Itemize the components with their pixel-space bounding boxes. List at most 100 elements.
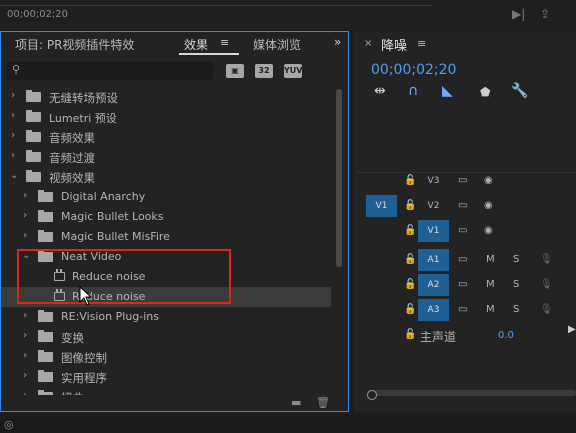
lock-icon[interactable]: 🔓 [404, 175, 416, 186]
folder-icon [38, 190, 53, 202]
wrench-icon[interactable]: 🔧 [511, 83, 528, 99]
eye-icon[interactable]: ◉ [484, 175, 493, 186]
tree-item-label: 实用程序 [61, 371, 107, 385]
tree-scrollbar-thumb[interactable] [336, 89, 342, 267]
sync-lock-icon[interactable]: ▭ [458, 225, 467, 236]
tree-item-image-control[interactable]: › 图像控制 [1, 347, 331, 367]
tree-item-audio-effects[interactable]: › 音频效果 [1, 127, 331, 147]
eye-icon[interactable]: ◉ [484, 225, 493, 236]
tab-menu-icon[interactable]: ≡ [220, 36, 229, 49]
accelerated-effects-icon[interactable]: ▣ [226, 64, 244, 78]
tree-item-digital-anarchy[interactable]: › Digital Anarchy [1, 187, 331, 207]
program-monitor-scrubber[interactable] [0, 0, 432, 6]
folder-icon [26, 170, 41, 182]
sync-lock-icon[interactable]: ▭ [458, 304, 467, 315]
tree-item-lumetri-presets[interactable]: › Lumetri 预设 [1, 107, 331, 127]
mute-button[interactable]: M [486, 304, 495, 315]
mic-icon[interactable]: 🎙 [540, 254, 553, 265]
chevron-right-icon[interactable]: › [23, 390, 27, 395]
snap-icon[interactable]: ◣ [442, 83, 453, 99]
lock-icon[interactable]: 🔓 [404, 254, 416, 265]
tree-item-magic-bullet-looks[interactable]: › Magic Bullet Looks [1, 207, 331, 227]
sync-lock-icon[interactable]: ▭ [458, 200, 467, 211]
tree-item-audio-transitions[interactable]: › 音频过渡 [1, 147, 331, 167]
sequence-tab-title[interactable]: 降噪 [381, 35, 407, 54]
mute-button[interactable]: M [486, 254, 495, 265]
track-label-v3[interactable]: V3 [418, 170, 449, 192]
new-bin-icon[interactable]: ▬ [291, 396, 301, 409]
insert-edit-icon[interactable]: ⇹ [374, 83, 386, 99]
track-label-a2[interactable]: A2 [418, 274, 449, 296]
sync-lock-icon[interactable]: ▭ [458, 279, 467, 290]
solo-button[interactable]: S [513, 254, 519, 265]
tree-item-label: 图像控制 [61, 351, 107, 365]
master-volume-value[interactable]: 0.0 [498, 330, 514, 341]
close-icon[interactable]: × [364, 38, 372, 49]
chevron-right-icon[interactable]: › [23, 230, 27, 241]
chevron-right-icon[interactable]: › [11, 110, 15, 121]
track-label-a1[interactable]: A1 [418, 249, 449, 271]
chevron-right-icon[interactable]: › [23, 330, 27, 341]
tree-item-utility[interactable]: › 实用程序 [1, 367, 331, 387]
mute-button[interactable]: M [486, 279, 495, 290]
more-panels-icon[interactable]: » [334, 35, 341, 49]
sequence-timecode[interactable]: 00;00;02;20 [371, 62, 456, 78]
folder-icon [38, 210, 53, 222]
source-patch-v1[interactable]: V1 [366, 195, 397, 217]
mic-icon[interactable]: 🎙 [540, 279, 553, 290]
solo-button[interactable]: S [513, 304, 519, 315]
status-icon[interactable]: ◎ [4, 418, 14, 431]
eye-icon[interactable]: ◉ [484, 200, 493, 211]
tab-project[interactable]: 项目: PR视频插件特效 [15, 36, 134, 53]
lock-icon[interactable]: 🔓 [404, 279, 416, 290]
32bit-effects-icon[interactable]: 32 [255, 64, 273, 78]
effects-search-input[interactable]: ⚲ [7, 62, 214, 80]
yuv-effects-icon[interactable]: YUV [284, 64, 302, 78]
chevron-right-icon[interactable]: › [23, 190, 27, 201]
chevron-right-icon[interactable]: › [11, 130, 15, 141]
folder-icon [38, 370, 53, 382]
chevron-right-icon[interactable]: › [11, 150, 15, 161]
step-forward-icon[interactable]: ▶| [512, 7, 528, 21]
tree-item-label: Magic Bullet MisFire [61, 230, 170, 243]
tree-item-transform[interactable]: › 变换 [1, 327, 331, 347]
chevron-right-icon[interactable]: › [23, 350, 27, 361]
chevron-right-icon[interactable]: › [11, 90, 15, 101]
zoom-handle[interactable] [367, 390, 377, 400]
folder-icon [26, 150, 41, 162]
master-track-label: 主声道 [420, 330, 457, 344]
link-icon[interactable]: ∩ [408, 83, 418, 99]
mic-icon[interactable]: 🎙 [540, 304, 553, 315]
status-bar [0, 415, 576, 433]
sync-lock-icon[interactable]: ▭ [458, 254, 467, 265]
tree-item-distort[interactable]: › 扭曲 [1, 387, 331, 395]
lock-icon[interactable]: 🔓 [404, 329, 416, 340]
preset-folder-icon [26, 110, 41, 122]
lock-icon[interactable]: 🔓 [404, 225, 416, 236]
lock-icon[interactable]: 🔓 [404, 200, 416, 211]
panel-menu-icon[interactable]: ≡ [417, 37, 426, 50]
solo-button[interactable]: S [513, 279, 519, 290]
tree-item-seamless-presets[interactable]: › 无缝转场预设 [1, 87, 331, 107]
chevron-down-icon[interactable]: ⌄ [10, 170, 18, 181]
chevron-right-icon[interactable]: › [23, 310, 27, 321]
lock-icon[interactable]: 🔓 [404, 304, 416, 315]
highlight-box [17, 249, 231, 304]
sync-lock-icon[interactable]: ▭ [458, 175, 467, 186]
track-label-v2[interactable]: V2 [418, 195, 449, 217]
tree-item-magic-bullet-misfire[interactable]: › Magic Bullet MisFire [1, 227, 331, 247]
chevron-right-icon[interactable]: › [23, 370, 27, 381]
tree-item-revision-plugins[interactable]: › RE:Vision Plug-ins [1, 307, 331, 327]
tab-media-browser[interactable]: 媒体浏览 [253, 36, 301, 53]
export-frame-icon[interactable]: ⇪ [540, 7, 556, 21]
track-label-a3[interactable]: A3 [418, 299, 449, 321]
chevron-right-icon[interactable]: › [23, 210, 27, 221]
track-label-v1[interactable]: V1 [418, 220, 449, 242]
timeline-zoom-bar[interactable] [367, 390, 576, 396]
marker-icon[interactable]: ⬟ [480, 85, 490, 99]
folder-icon [38, 390, 53, 395]
scroll-right-icon[interactable]: ▶ [568, 324, 576, 335]
tree-item-video-effects[interactable]: ⌄ 视频效果 [1, 167, 331, 187]
tab-effects[interactable]: 效果 [184, 36, 208, 53]
delete-icon[interactable]: 🗑 [316, 396, 330, 409]
